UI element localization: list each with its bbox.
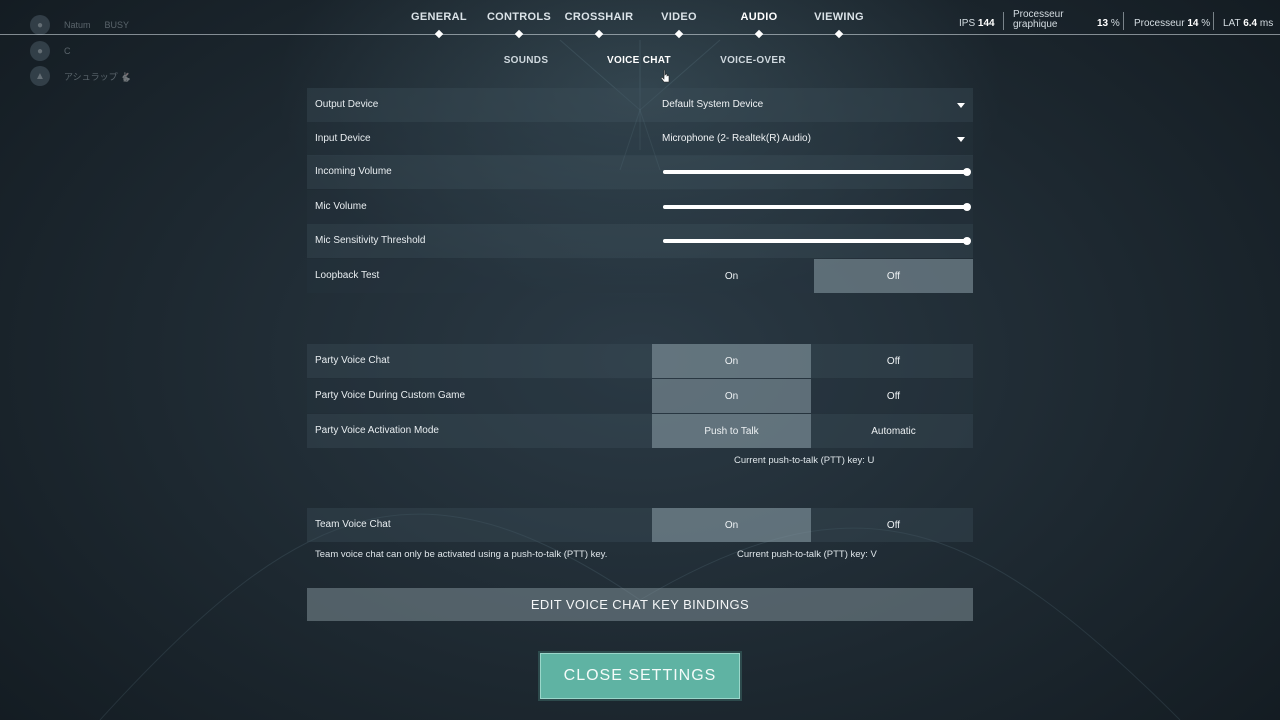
close-settings-button[interactable]: CLOSE SETTINGS: [540, 653, 740, 699]
slider-fill: [663, 205, 967, 209]
party-custom-label: Party Voice During Custom Game: [315, 390, 466, 401]
mouse-cursor-icon: [660, 70, 670, 83]
latency-stat: LAT 6.4 ms: [1223, 18, 1274, 29]
input-device-dropdown[interactable]: Microphone (2- Realtek(R) Audio): [653, 122, 973, 156]
nav-divider: [0, 34, 1280, 35]
cpu-stat: Processeur 14 %: [1134, 18, 1211, 29]
gpu-stat-value: 13 %: [1097, 18, 1120, 29]
slider-fill: [663, 239, 967, 243]
party-custom-off-button[interactable]: Off: [814, 379, 973, 413]
agent-icon: ▲: [30, 66, 50, 86]
slider-fill: [663, 170, 967, 174]
tab-audio[interactable]: AUDIO: [741, 11, 778, 23]
loopback-off-button[interactable]: Off: [814, 259, 973, 293]
input-device-row: Input Device Microphone (2- Realtek(R) A…: [307, 122, 973, 156]
incoming-volume-slider[interactable]: [663, 168, 971, 176]
tab-viewing[interactable]: VIEWING: [814, 11, 864, 23]
tab-marker: [674, 29, 684, 39]
chevron-down-icon: [957, 103, 965, 108]
friend-name: C: [64, 46, 71, 56]
party-voice-off-button[interactable]: Off: [814, 344, 973, 378]
mic-volume-slider[interactable]: [663, 203, 971, 211]
settings-nav: GENERAL CONTROLS CROSSHAIR VIDEO AUDIO V…: [0, 0, 1280, 39]
output-device-value: Default System Device: [662, 99, 764, 110]
team-ptt-hint: Current push-to-talk (PTT) key: V: [737, 549, 877, 560]
tab-marker: [514, 29, 524, 39]
subtab-sounds[interactable]: SOUNDS: [504, 55, 549, 66]
team-voice-on-button[interactable]: On: [652, 508, 811, 542]
output-device-dropdown[interactable]: Default System Device: [653, 88, 973, 122]
tab-marker: [834, 29, 844, 39]
incoming-volume-row: Incoming Volume: [307, 155, 973, 189]
tab-general[interactable]: GENERAL: [411, 11, 467, 23]
mic-volume-label: Mic Volume: [315, 201, 367, 212]
team-voice-row: Team Voice Chat On Off: [307, 508, 973, 542]
party-voice-on-button[interactable]: On: [652, 344, 811, 378]
tab-video[interactable]: VIDEO: [661, 11, 697, 23]
team-voice-off-button[interactable]: Off: [814, 508, 973, 542]
slider-knob[interactable]: [963, 203, 971, 211]
loopback-on-button[interactable]: On: [652, 259, 811, 293]
slider-knob[interactable]: [963, 237, 971, 245]
input-device-label: Input Device: [315, 133, 371, 144]
push-to-talk-button[interactable]: Push to Talk: [652, 414, 811, 448]
team-voice-hint: Team voice chat can only be activated us…: [315, 549, 608, 560]
tab-crosshair[interactable]: CROSSHAIR: [565, 11, 634, 23]
subtab-voice-over[interactable]: VOICE-OVER: [720, 55, 786, 66]
loopback-row: Loopback Test On Off: [307, 259, 973, 293]
stat-divider: [1213, 12, 1214, 30]
stat-divider: [1003, 12, 1004, 30]
tab-marker: [434, 29, 444, 39]
party-ptt-hint: Current push-to-talk (PTT) key: U: [734, 455, 875, 466]
party-mode-row: Party Voice Activation Mode Push to Talk…: [307, 414, 973, 448]
fps-stat: IPS 144: [959, 18, 995, 29]
party-custom-on-button[interactable]: On: [652, 379, 811, 413]
party-custom-row: Party Voice During Custom Game On Off: [307, 379, 973, 413]
input-device-value: Microphone (2- Realtek(R) Audio): [662, 133, 811, 144]
incoming-volume-label: Incoming Volume: [315, 166, 392, 177]
party-mode-label: Party Voice Activation Mode: [315, 425, 439, 436]
mic-volume-row: Mic Volume: [307, 190, 973, 224]
friend-row[interactable]: ▲ アシュラップ 🐇: [30, 66, 131, 86]
tab-controls[interactable]: CONTROLS: [487, 11, 551, 23]
team-voice-label: Team Voice Chat: [315, 519, 391, 530]
mic-threshold-slider[interactable]: [663, 237, 971, 245]
output-device-label: Output Device: [315, 99, 379, 110]
edit-key-bindings-button[interactable]: EDIT VOICE CHAT KEY BINDINGS: [307, 588, 973, 621]
gpu-stat-label: Processeur graphique: [1013, 9, 1064, 30]
loopback-label: Loopback Test: [315, 270, 380, 281]
party-voice-label: Party Voice Chat: [315, 355, 390, 366]
stat-divider: [1123, 12, 1124, 30]
mic-threshold-row: Mic Sensitivity Threshold: [307, 224, 973, 258]
party-voice-row: Party Voice Chat On Off: [307, 344, 973, 378]
chevron-down-icon: [957, 137, 965, 142]
mic-threshold-label: Mic Sensitivity Threshold: [315, 235, 426, 246]
output-device-row: Output Device Default System Device: [307, 88, 973, 122]
slider-knob[interactable]: [963, 168, 971, 176]
friend-row[interactable]: ● C: [30, 41, 71, 61]
automatic-button[interactable]: Automatic: [814, 414, 973, 448]
tab-marker: [594, 29, 604, 39]
tab-marker: [754, 29, 764, 39]
avatar: ●: [30, 41, 50, 61]
friend-name: アシュラップ 🐇: [64, 71, 132, 82]
subtab-voice-chat[interactable]: VOICE CHAT: [607, 55, 671, 66]
